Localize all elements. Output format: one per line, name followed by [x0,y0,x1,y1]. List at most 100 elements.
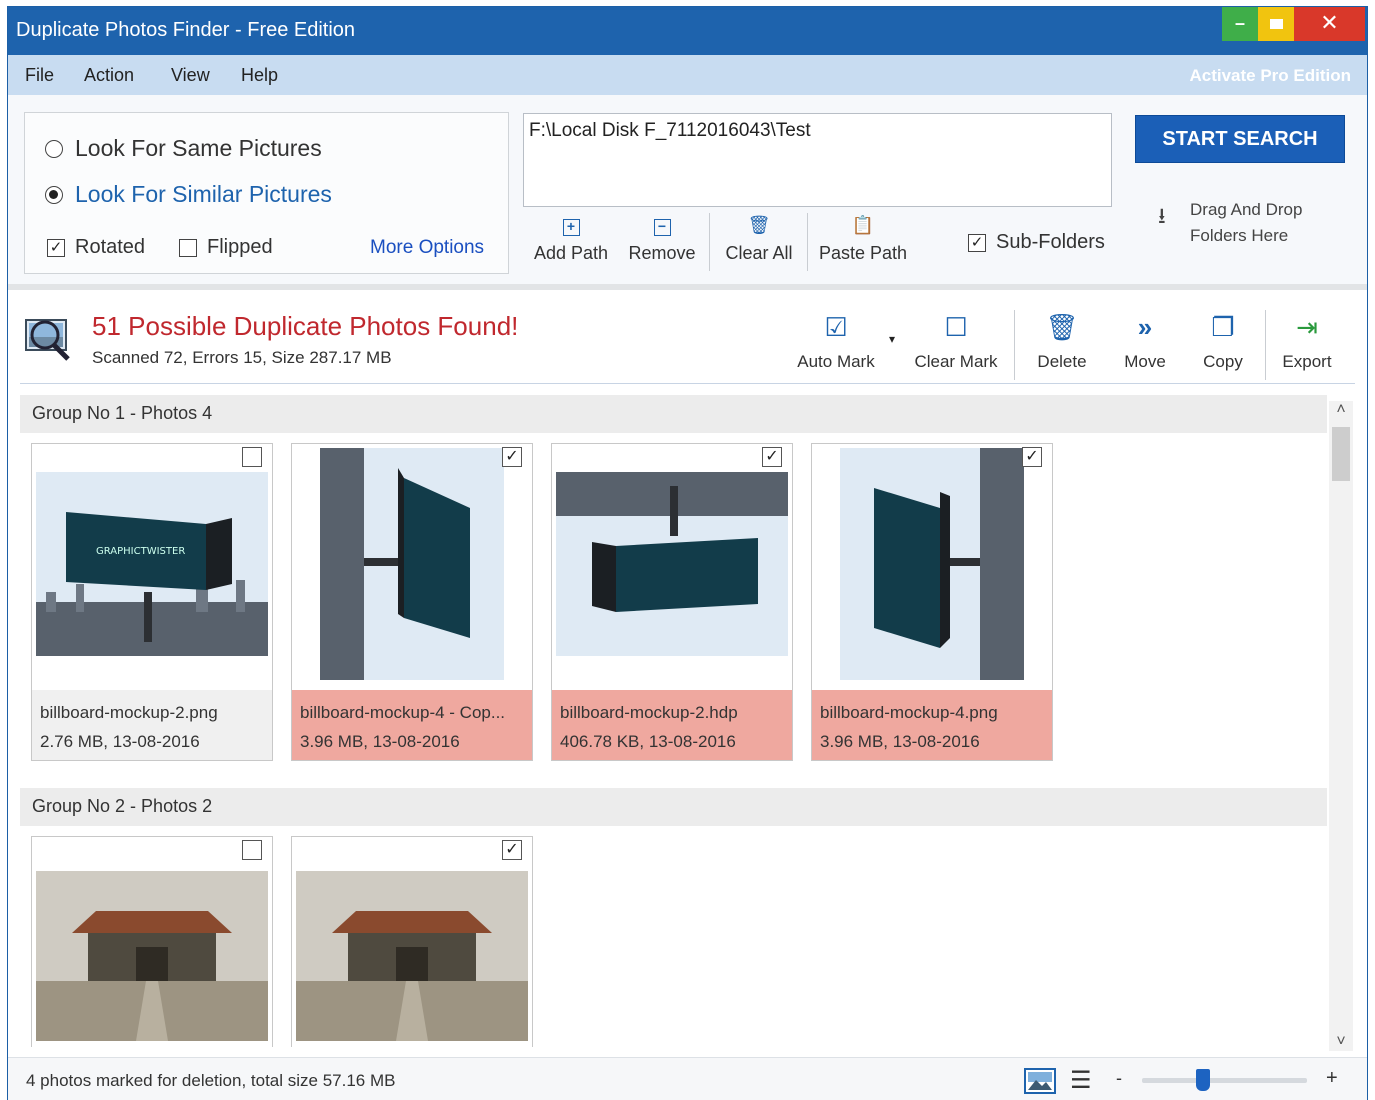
trash-icon: 🗑 [1045,312,1079,342]
paste-path-button[interactable]: 📋 Paste Path [814,215,912,264]
zoom-out-icon[interactable]: - [1116,1068,1122,1089]
zoom-slider-knob[interactable] [1196,1069,1211,1091]
photo-thumbnail [36,871,268,1041]
zoom-slider[interactable] [1142,1069,1307,1091]
activate-pro-link[interactable]: Activate Pro Edition [1189,66,1351,86]
photo-filename: billboard-mockup-2.hdp [560,703,738,722]
zoom-in-icon[interactable]: + [1326,1067,1338,1090]
move-label: Move [1124,352,1166,371]
photo-thumbnail [840,448,1024,680]
minimize-button[interactable]: – [1222,7,1258,41]
scrollbar-thumb[interactable] [1332,427,1350,481]
auto-mark-button[interactable]: ☑ Auto Mark [788,310,884,372]
export-icon: ⇥ [1296,312,1318,342]
toolbar-divider [709,213,710,271]
flipped-checkbox[interactable]: Flipped [179,236,273,259]
clear-all-button[interactable]: 🗑 Clear All [716,215,802,264]
photo-checkbox[interactable]: ✓ [502,447,522,467]
group-header: Group No 1 - Photos 4 [20,395,1327,433]
window-title: Duplicate Photos Finder - Free Edition [16,19,356,41]
photo-card[interactable]: ✓ billboard-mockup-4 - Cop... 3.96 MB, 1… [291,443,533,761]
menu-file[interactable]: File [25,65,54,86]
scroll-up-icon[interactable]: ˄ [1329,401,1353,419]
photo-checkbox[interactable]: ✓ [1022,447,1042,467]
rotated-checkbox[interactable]: ✓ Rotated [47,236,145,259]
scan-summary: Scanned 72, Errors 15, Size 287.17 MB [92,348,392,367]
close-button[interactable]: ✕ [1294,7,1365,41]
photo-card[interactable]: ✓ [291,836,533,1047]
rotated-label: Rotated [75,236,146,258]
maximize-icon [1270,19,1283,29]
copy-button[interactable]: ❐ Copy [1188,310,1258,372]
menu-action[interactable]: Action [84,65,134,86]
photo-meta: 3.96 MB, 13-08-2016 [820,732,980,751]
menu-view[interactable]: View [171,65,210,86]
add-path-button[interactable]: + Add Path [526,215,616,264]
photo-card[interactable]: ✓ billboard-mockup-4.png 3.96 MB, 13-08-… [811,443,1053,761]
photo-info: billboard-mockup-4.png 3.96 MB, 13-08-20… [812,690,1052,760]
photo-card[interactable]: GRAPHICTWISTER billboard-mockup-2.png 2.… [31,443,273,761]
similar-pictures-radio[interactable]: Look For Similar Pictures [45,181,332,208]
clear-mark-label: Clear Mark [914,352,998,371]
drag-drop-zone[interactable]: ⭳ Drag And Drop Folders Here [1158,197,1302,249]
start-search-button[interactable]: START SEARCH [1135,115,1345,163]
delete-label: Delete [1037,352,1087,371]
more-options-link[interactable]: More Options [370,237,484,259]
vertical-scrollbar[interactable]: ˄ ˅ [1329,401,1353,1051]
same-pictures-radio[interactable]: Look For Same Pictures [45,135,322,162]
photo-card[interactable] [31,836,273,1047]
photo-checkbox[interactable]: ✓ [762,447,782,467]
clear-trash-icon: 🗑 [747,215,771,235]
photo-checkbox[interactable] [242,447,262,467]
photo-thumbnail [556,472,788,656]
checkbox-icon: ✓ [968,233,986,252]
app-window: Duplicate Photos Finder - Free Edition –… [7,6,1368,1100]
results-grid: Group No 1 - Photos 4 GRAPHICTWISTER bil… [20,395,1327,1047]
search-options-box: Look For Same Pictures Look For Similar … [24,112,509,274]
remove-label: Remove [628,243,696,263]
group-header: Group No 2 - Photos 2 [20,788,1327,826]
photo-info: billboard-mockup-4 - Cop... 3.96 MB, 13-… [292,690,532,760]
menu-help[interactable]: Help [241,65,278,86]
flipped-label: Flipped [207,236,273,258]
magnifier-photo-icon [25,319,70,361]
export-button[interactable]: ⇥ Export [1272,310,1342,372]
checkbox-icon [179,238,197,257]
clipboard-icon: 📋 [851,215,875,235]
checkbox-empty-icon: ☐ [944,312,968,342]
toolbar-divider [807,213,808,271]
photo-meta: 3.96 MB, 13-08-2016 [300,732,460,751]
results-heading: 51 Possible Duplicate Photos Found! [92,311,519,341]
paste-path-label: Paste Path [818,243,908,263]
photo-thumbnail [296,871,528,1041]
photo-meta: 406.78 KB, 13-08-2016 [560,732,736,751]
photo-thumbnail [320,448,504,680]
move-button[interactable]: » Move [1110,310,1180,372]
remove-button[interactable]: − Remove [620,215,704,264]
results-divider [20,383,1355,384]
photo-card[interactable]: ✓ billboard-mockup-2.hdp 406.78 KB, 13-0… [551,443,793,761]
auto-mark-dropdown-icon[interactable]: ▾ [889,332,895,346]
list-view-icon[interactable]: ☰ [1070,1066,1092,1095]
photo-filename: billboard-mockup-2.png [40,703,218,722]
minimize-icon: – [1234,13,1245,33]
same-pictures-label: Look For Same Pictures [75,135,322,161]
photo-checkbox[interactable] [242,840,262,860]
clear-mark-button[interactable]: ☐ Clear Mark [907,310,1005,372]
photo-checkbox[interactable]: ✓ [502,840,522,860]
svg-text:GRAPHICTWISTER: GRAPHICTWISTER [96,546,185,557]
checkbox-checked-icon: ☑ [824,312,848,342]
delete-button[interactable]: 🗑 Delete [1026,310,1098,372]
photo-thumbnail: GRAPHICTWISTER [36,472,268,656]
results-bar: 51 Possible Duplicate Photos Found! Scan… [8,296,1367,386]
photo-info: billboard-mockup-2.hdp 406.78 KB, 13-08-… [552,690,792,760]
maximize-button[interactable] [1258,7,1294,41]
add-path-label: Add Path [533,243,609,263]
subfolders-checkbox[interactable]: ✓ Sub-Folders [968,231,1105,254]
radio-circle-icon [45,139,63,158]
path-list[interactable]: F:\Local Disk F_7112016043\Test [523,113,1112,207]
clear-all-label: Clear All [725,243,793,263]
scroll-down-icon[interactable]: ˅ [1329,1033,1353,1051]
thumbnail-view-icon[interactable] [1024,1068,1056,1094]
search-panel: Look For Same Pictures Look For Similar … [8,95,1367,290]
